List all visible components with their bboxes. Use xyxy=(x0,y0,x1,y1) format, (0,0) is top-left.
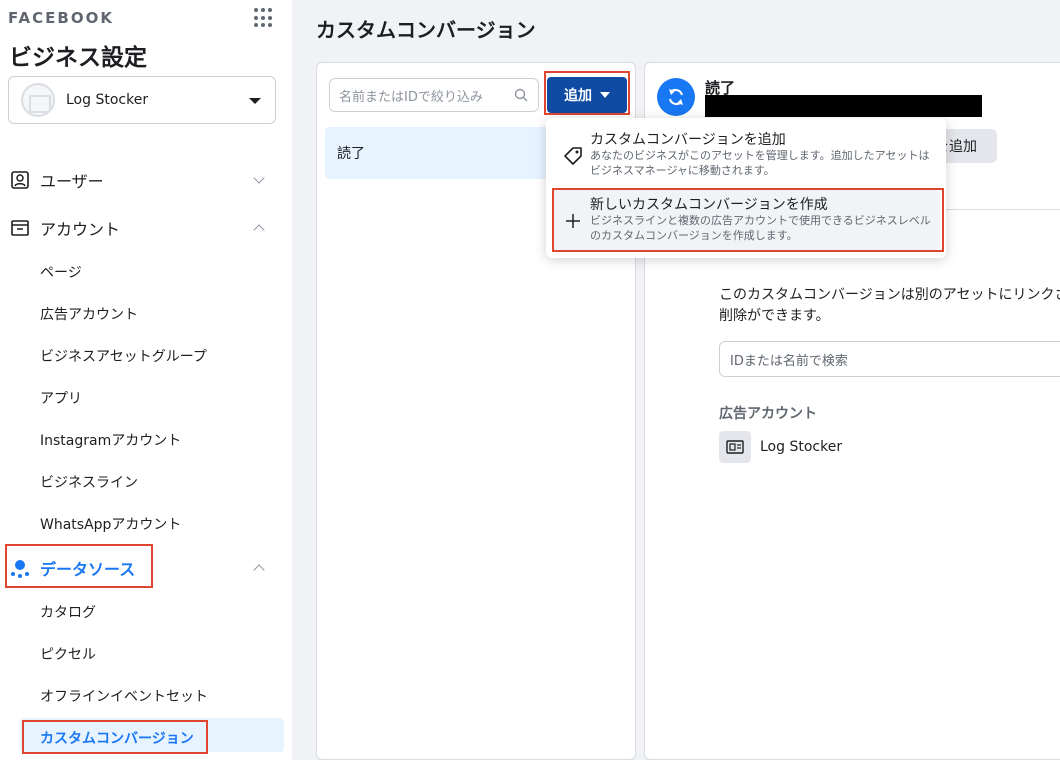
chevron-up-icon xyxy=(253,224,265,236)
menu-item-add-existing[interactable]: カスタムコンバージョンを追加 あなたのビジネスがこのアセットを管理します。追加し… xyxy=(552,124,940,184)
add-dropdown-menu: カスタムコンバージョンを追加 あなたのビジネスがこのアセットを管理します。追加し… xyxy=(546,118,946,258)
sidebar-item-business-lines[interactable]: ビジネスライン xyxy=(40,472,138,492)
inbox-icon xyxy=(11,220,29,236)
filter-placeholder: 名前またはIDで絞り込み xyxy=(339,89,483,105)
sidebar-item-pages[interactable]: ページ xyxy=(40,262,82,282)
sidebar-item-instagram[interactable]: Instagramアカウント xyxy=(40,430,181,450)
nav-section-accounts[interactable]: アカウント xyxy=(0,210,292,246)
business-account-selector[interactable]: Log Stocker xyxy=(8,76,276,124)
detail-description: このカスタムコンバージョンは別のアセットにリンクさ削除ができます。 xyxy=(719,287,1060,324)
asset-row[interactable]: Log Stocker xyxy=(719,431,842,463)
user-card-icon xyxy=(11,171,29,189)
section-heading: 広告アカウント xyxy=(719,406,817,422)
highlight-box xyxy=(544,71,630,115)
menu-item-description: あなたのビジネスがこのアセットを管理します。追加したアセットはビジネスマネージャ… xyxy=(590,149,930,177)
nav-section-users[interactable]: ユーザー xyxy=(0,162,292,198)
nav-section-label: アカウント xyxy=(40,220,121,239)
section-title: カスタムコンバージョン xyxy=(316,18,536,42)
ad-account-icon xyxy=(719,431,751,463)
sidebar-item-asset-groups[interactable]: ビジネスアセットグループ xyxy=(40,346,207,366)
sidebar-item-offline-event-sets[interactable]: オフラインイベントセット xyxy=(40,686,208,706)
page-title: ビジネス設定 xyxy=(9,45,147,71)
tag-icon xyxy=(564,147,582,165)
sidebar-item-catalogs[interactable]: カタログ xyxy=(40,602,96,622)
highlight-box xyxy=(22,720,208,754)
business-avatar xyxy=(21,83,55,117)
facebook-logo: FACEBOOK xyxy=(8,9,114,27)
filter-input[interactable]: 名前またはIDで絞り込み xyxy=(329,78,539,112)
caret-down-icon xyxy=(249,98,261,104)
business-account-name: Log Stocker xyxy=(66,92,149,108)
menu-item-title: カスタムコンバージョンを追加 xyxy=(590,132,786,148)
chevron-up-icon xyxy=(253,564,265,576)
chevron-down-icon xyxy=(253,172,265,184)
app-grid-icon[interactable] xyxy=(254,8,274,28)
sidebar-item-ad-accounts[interactable]: 広告アカウント xyxy=(40,304,138,324)
sidebar-item-apps[interactable]: アプリ xyxy=(40,388,82,408)
asset-search-placeholder: IDまたは名前で検索 xyxy=(730,353,848,369)
list-item-label: 読了 xyxy=(337,146,365,162)
asset-search-input[interactable]: IDまたは名前で検索 xyxy=(719,341,1060,377)
sidebar-item-pixels[interactable]: ピクセル xyxy=(40,644,96,664)
search-icon xyxy=(514,88,528,102)
highlight-box xyxy=(552,188,944,252)
nav-section-label: ユーザー xyxy=(40,172,104,191)
sidebar-item-whatsapp[interactable]: WhatsAppアカウント xyxy=(40,514,181,534)
redacted-id xyxy=(705,95,982,117)
sync-icon xyxy=(657,78,695,116)
highlight-box xyxy=(5,544,153,588)
asset-name: Log Stocker xyxy=(760,439,843,455)
sidebar: FACEBOOK ビジネス設定 Log Stocker ユーザー アカウント ペ… xyxy=(0,0,292,760)
